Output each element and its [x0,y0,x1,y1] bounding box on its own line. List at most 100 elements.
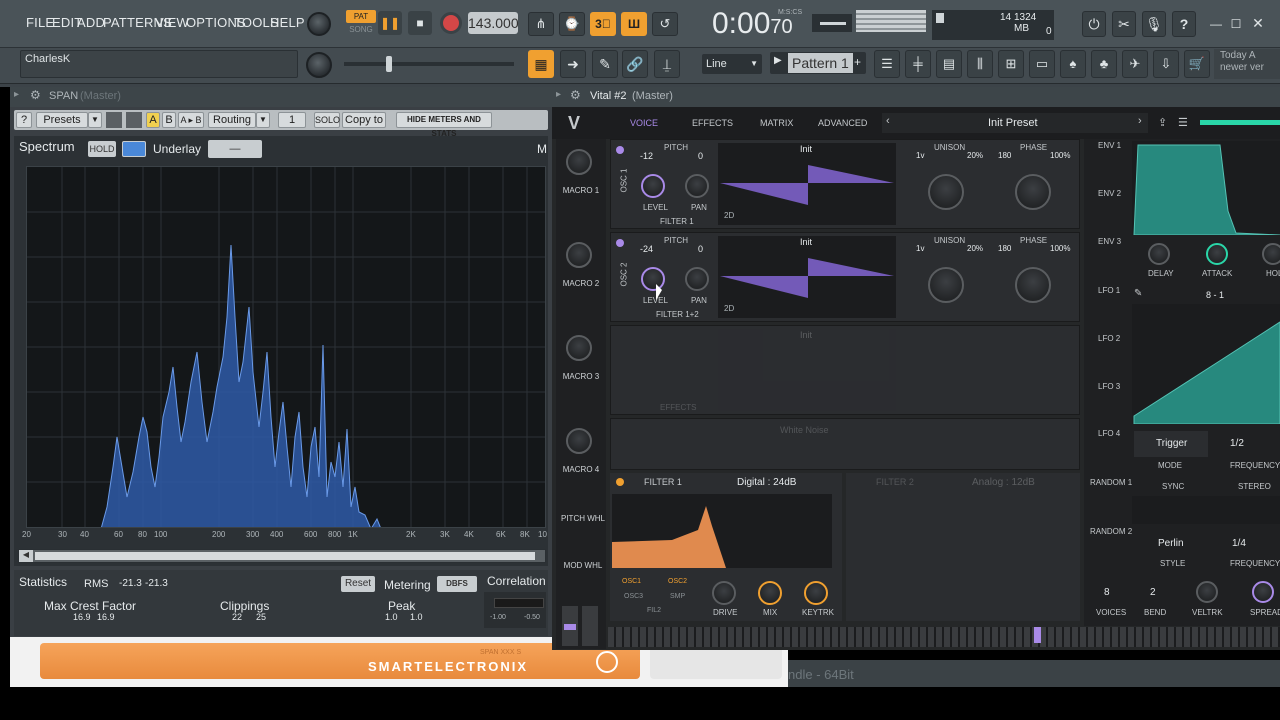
loop-record-icon[interactable]: ↺ [652,12,678,36]
file-icon[interactable]: ▭ [1029,50,1055,78]
rocket-icon[interactable]: ✈ [1122,50,1148,78]
menu-icon[interactable]: ☰ [1178,116,1188,129]
piano-roll-icon[interactable]: ╪ [905,50,931,78]
osc-1-pitch[interactable]: -12 [640,151,653,161]
tempo-display[interactable]: 143.000 [468,12,519,34]
osc-2-unison-knob[interactable] [928,267,964,303]
load-preset-icon[interactable] [126,112,142,128]
menu-view[interactable]: VIEW [155,15,189,30]
menu-help[interactable]: HELP [270,15,305,30]
copy-to-button[interactable]: Copy to [342,112,386,128]
mod-wheel[interactable] [582,606,598,646]
osc-1-unison-detune[interactable]: 20% [967,151,983,160]
lfo-grid-size[interactable]: 8 - 1 [1206,290,1224,300]
filter-1-response-view[interactable] [612,494,832,568]
microphone-icon[interactable]: 🎙 [1142,11,1166,37]
osc-2-unison-detune[interactable]: 20% [967,244,983,253]
master-pitch-slider[interactable] [812,14,852,32]
plugin-picker-icon[interactable]: ♠ [1060,50,1086,78]
metronome-icon[interactable]: ⋔ [528,12,554,36]
stamp-icon[interactable]: ⍊ [654,50,680,78]
stop-icon[interactable]: ■ [408,11,432,35]
routing-button[interactable]: Routing [208,112,256,128]
osc-1-level-knob[interactable] [641,174,665,198]
pat-mode-button[interactable]: PAT [346,10,376,23]
voices-value[interactable]: 8 [1104,587,1110,598]
filter-src-osc2[interactable]: OSC2 [668,578,687,585]
lfo-pencil-icon[interactable]: ✎ [1134,288,1142,299]
osc-2-filter-route[interactable]: FILTER 1+2 [656,310,699,319]
keyboard[interactable] [608,627,1280,647]
maximize-icon[interactable]: ☐ [1228,17,1244,33]
save-icon[interactable]: ⇪ [1158,116,1167,129]
filter-1-power[interactable] [616,478,624,486]
filter-1-type[interactable]: Digital : 24dB [737,477,796,488]
pause-icon[interactable]: ❚❚ [378,11,402,35]
a-to-b-button[interactable]: A ▸ B [178,112,204,128]
veltrk-knob[interactable] [1196,581,1218,603]
preset-b-button[interactable]: B [162,112,176,128]
lfo-2-tab[interactable]: LFO 2 [1098,334,1120,343]
osc-2-pan-knob[interactable] [685,267,709,291]
step-edit-icon[interactable]: Ш [621,12,647,36]
osc-1-unison-knob[interactable] [928,174,964,210]
presets-dropdown-icon[interactable]: ▼ [88,112,102,128]
filter-src-osc1[interactable]: OSC1 [622,578,641,585]
lfo-view[interactable] [1132,304,1280,425]
channel-button[interactable]: 1 [278,112,306,128]
osc-2-phase-knob[interactable] [1015,267,1051,303]
touch-keyboard-icon[interactable]: ♣ [1091,50,1117,78]
filter-src-fil2[interactable]: FIL2 [647,607,661,614]
vital-gear-icon[interactable]: ⚙ [570,88,581,102]
scroll-left-icon[interactable]: ◀ [19,550,33,562]
random-stereo-button[interactable]: STEREO [1238,482,1271,491]
close-icon[interactable]: ✕ [1250,15,1266,31]
env-3-tab[interactable]: ENV 3 [1098,237,1121,246]
download-icon[interactable]: ⇩ [1153,50,1179,78]
spread-knob[interactable] [1252,581,1274,603]
reset-button[interactable]: Reset [341,576,375,592]
hide-meters-button[interactable]: HIDE METERS AND STATS [396,112,492,138]
osc-2-phase-rand[interactable]: 100% [1050,244,1070,253]
macro-4-knob[interactable] [566,428,592,454]
metering-mode-button[interactable]: DBFS [437,576,477,592]
osc-1-fine[interactable]: 0 [698,151,703,161]
pattern-selector[interactable]: ▶ Pattern 1 + [770,52,866,74]
osc-1-pan-knob[interactable] [685,174,709,198]
osc-2-power[interactable] [616,239,624,247]
power-icon[interactable]: ⏻ [1082,11,1106,37]
osc-1-phase-knob[interactable] [1015,174,1051,210]
menu-add[interactable]: ADD [77,15,105,30]
span-gear-icon[interactable]: ⚙ [30,88,41,102]
env-hold-knob[interactable] [1262,243,1280,265]
lfo-3-tab[interactable]: LFO 3 [1098,382,1120,391]
solo-button[interactable]: SOLO [314,112,340,128]
random-sync-button[interactable]: SYNC [1162,482,1184,491]
tab-effects[interactable]: EFFECTS [692,118,733,128]
countdown-icon[interactable]: 3⃣ [590,12,616,36]
link-icon[interactable]: 🔗 [622,50,648,78]
master-volume-slider[interactable] [344,56,514,72]
preset-prev-icon[interactable]: ‹ [886,115,890,127]
arrow-right-icon[interactable]: ➜ [560,50,586,78]
macro-2-knob[interactable] [566,242,592,268]
cut-icon[interactable]: ✂ [1112,11,1136,37]
hold-button[interactable]: HOLD [88,141,116,157]
random-1-tab[interactable]: RANDOM 1 [1090,478,1132,487]
env-attack-knob[interactable] [1206,243,1228,265]
wait-input-icon[interactable]: ⌚ [559,12,585,36]
snap-mode-select[interactable]: Line ▼ [702,54,762,74]
osc-3-filter-route[interactable]: EFFECTS [660,403,696,412]
record-icon[interactable] [440,12,462,34]
tab-advanced[interactable]: ADVANCED [818,118,867,128]
project-browser-icon[interactable]: ⊞ [998,50,1024,78]
underlay-select[interactable]: — [208,140,262,158]
macro-1-knob[interactable] [566,149,592,175]
filter-drive-knob[interactable] [712,581,736,605]
minimize-icon[interactable]: — [1208,17,1224,33]
osc-2-wavetable-view[interactable]: Init 2D [718,236,896,318]
master-volume-knob[interactable] [307,12,331,36]
shop-icon[interactable]: 🛒 [1184,50,1210,78]
tempo-knob[interactable] [306,52,332,78]
add-pattern-icon[interactable]: + [854,55,861,69]
